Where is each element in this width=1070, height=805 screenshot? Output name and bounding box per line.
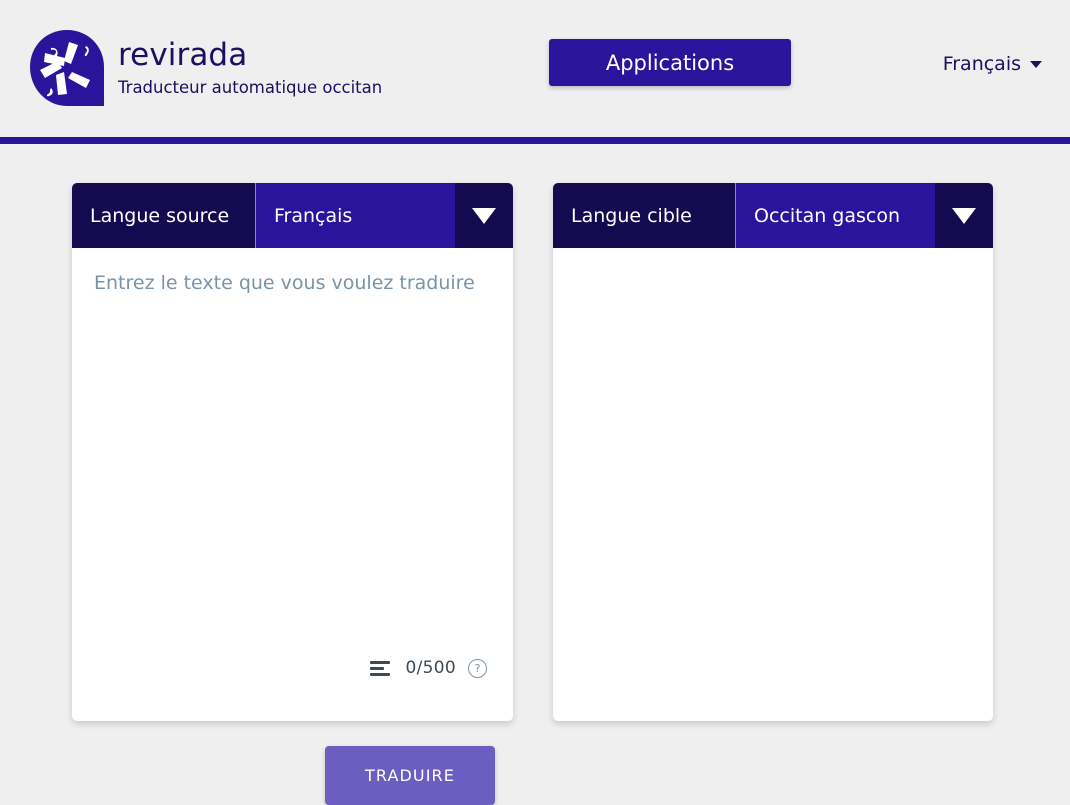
brand-tagline: Traducteur automatique occitan — [118, 78, 383, 98]
triangle-down-icon — [472, 207, 496, 224]
source-panel: Langue source Français 0/500 ? TRADUIRE — [72, 183, 513, 805]
translate-button-label: TRADUIRE — [365, 766, 455, 785]
target-language-title: Langue cible — [553, 183, 735, 248]
target-panel-body — [553, 248, 993, 721]
source-panel-body: 0/500 ? TRADUIRE — [72, 248, 513, 805]
target-language-dropdown-button[interactable] — [935, 183, 993, 248]
source-language-title: Langue source — [72, 183, 255, 248]
interface-language-selector[interactable]: Français — [943, 53, 1042, 75]
applications-button-label: Applications — [605, 50, 735, 75]
translate-button[interactable]: TRADUIRE — [325, 746, 495, 805]
source-language-bar: Langue source Français — [72, 183, 513, 248]
source-counter-row: 0/500 ? — [369, 658, 487, 678]
source-language-dropdown-button[interactable] — [455, 183, 513, 248]
target-language-bar: Langue cible Occitan gascon — [553, 183, 993, 248]
target-language-value: Occitan gascon — [754, 204, 901, 227]
interface-language-label: Français — [942, 53, 1021, 75]
question-circle-icon[interactable]: ? — [468, 658, 487, 678]
triangle-down-icon — [952, 207, 976, 224]
source-language-select[interactable]: Français — [255, 183, 455, 248]
chevron-down-icon — [1030, 60, 1042, 68]
brand-name: revirada — [118, 36, 248, 73]
site-header: revirada Traducteur automatique occitan … — [0, 0, 1070, 144]
target-language-select[interactable]: Occitan gascon — [735, 183, 935, 248]
target-panel: Langue cible Occitan gascon — [553, 183, 993, 721]
source-language-value: Français — [274, 204, 353, 227]
translator-workspace: Langue source Français 0/500 ? TRADUIRE … — [0, 144, 1070, 805]
text-lines-icon[interactable] — [369, 660, 390, 676]
applications-button[interactable]: Applications — [549, 39, 791, 86]
translated-text-output — [575, 270, 971, 699]
character-counter: 0/500 — [405, 658, 456, 678]
header-divider-bar — [0, 137, 1070, 144]
revirada-flower-logo-icon — [28, 28, 106, 108]
brand[interactable]: revirada Traducteur automatique occitan — [28, 28, 382, 108]
source-text-input[interactable] — [94, 270, 491, 560]
